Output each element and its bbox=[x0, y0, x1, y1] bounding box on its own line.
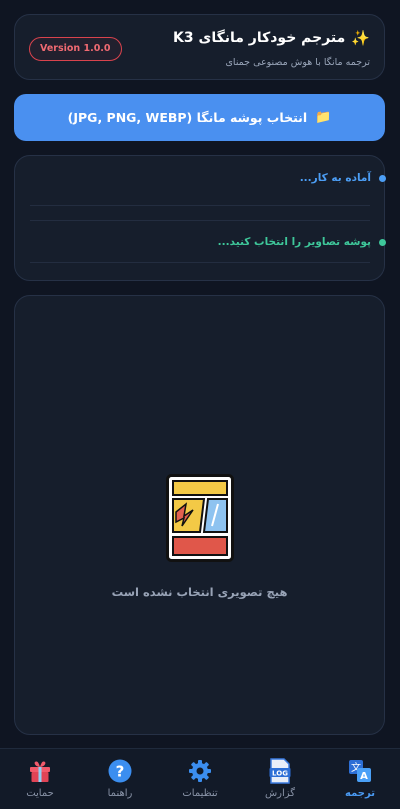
sparkle-icon: ✨ bbox=[351, 29, 370, 47]
status-divider bbox=[30, 220, 370, 221]
nav-label: حمایت bbox=[26, 788, 54, 799]
select-folder-label: انتخاب پوشه مانگا (JPG, PNG, WEBP) bbox=[67, 110, 308, 125]
manga-page-icon bbox=[166, 474, 234, 562]
nav-label: راهنما bbox=[107, 788, 133, 799]
status-text-ready: آماده به کار... bbox=[299, 172, 371, 184]
folder-icon: 📁 bbox=[315, 110, 332, 125]
svg-text:?: ? bbox=[116, 763, 125, 781]
nav-label: تنظیمات bbox=[182, 788, 218, 799]
nav-item-settings[interactable]: تنظیمات bbox=[160, 749, 240, 809]
version-badge: Version 1.0.0 bbox=[29, 37, 122, 61]
app-title: ✨ مترجم خودکار مانگای K3 bbox=[173, 29, 370, 47]
nav-item-help[interactable]: ? راهنما bbox=[80, 749, 160, 809]
header-card: ✨ مترجم خودکار مانگای K3 ترجمه مانگا با … bbox=[14, 14, 385, 80]
nav-label: ترجمه bbox=[345, 788, 375, 799]
status-divider bbox=[30, 262, 370, 263]
svg-text:LOG: LOG bbox=[272, 769, 288, 777]
nav-item-support[interactable]: حمایت bbox=[0, 749, 80, 809]
empty-preview-text: هیچ تصویری انتخاب نشده است bbox=[111, 585, 288, 599]
status-dot-icon bbox=[379, 174, 386, 182]
app-subtitle: ترجمه مانگا با هوش مصنوعی جمنای bbox=[225, 57, 370, 68]
status-dot-icon bbox=[379, 238, 386, 246]
status-divider bbox=[30, 205, 370, 206]
help-icon: ? bbox=[108, 758, 132, 784]
gear-icon bbox=[188, 758, 212, 784]
log-icon: LOG bbox=[269, 758, 291, 784]
status-line-ready: آماده به کار... bbox=[300, 172, 386, 184]
bottom-nav: 文 A ترجمه LOG گزارش تنظیمات ? راهنما حما… bbox=[0, 748, 400, 809]
translate-icon: 文 A bbox=[348, 758, 372, 784]
select-folder-button[interactable]: 📁 انتخاب پوشه مانگا (JPG, PNG, WEBP) bbox=[14, 94, 385, 141]
status-line-select: پوشه تصاویر را انتخاب کنید... bbox=[218, 236, 386, 248]
svg-text:A: A bbox=[360, 771, 368, 782]
gift-icon bbox=[28, 758, 52, 784]
status-text-select: پوشه تصاویر را انتخاب کنید... bbox=[217, 236, 371, 248]
nav-item-translate[interactable]: 文 A ترجمه bbox=[320, 749, 400, 809]
nav-label: گزارش bbox=[264, 788, 296, 799]
app-title-text: مترجم خودکار مانگای K3 bbox=[173, 30, 346, 46]
nav-item-log[interactable]: LOG گزارش bbox=[240, 749, 320, 809]
